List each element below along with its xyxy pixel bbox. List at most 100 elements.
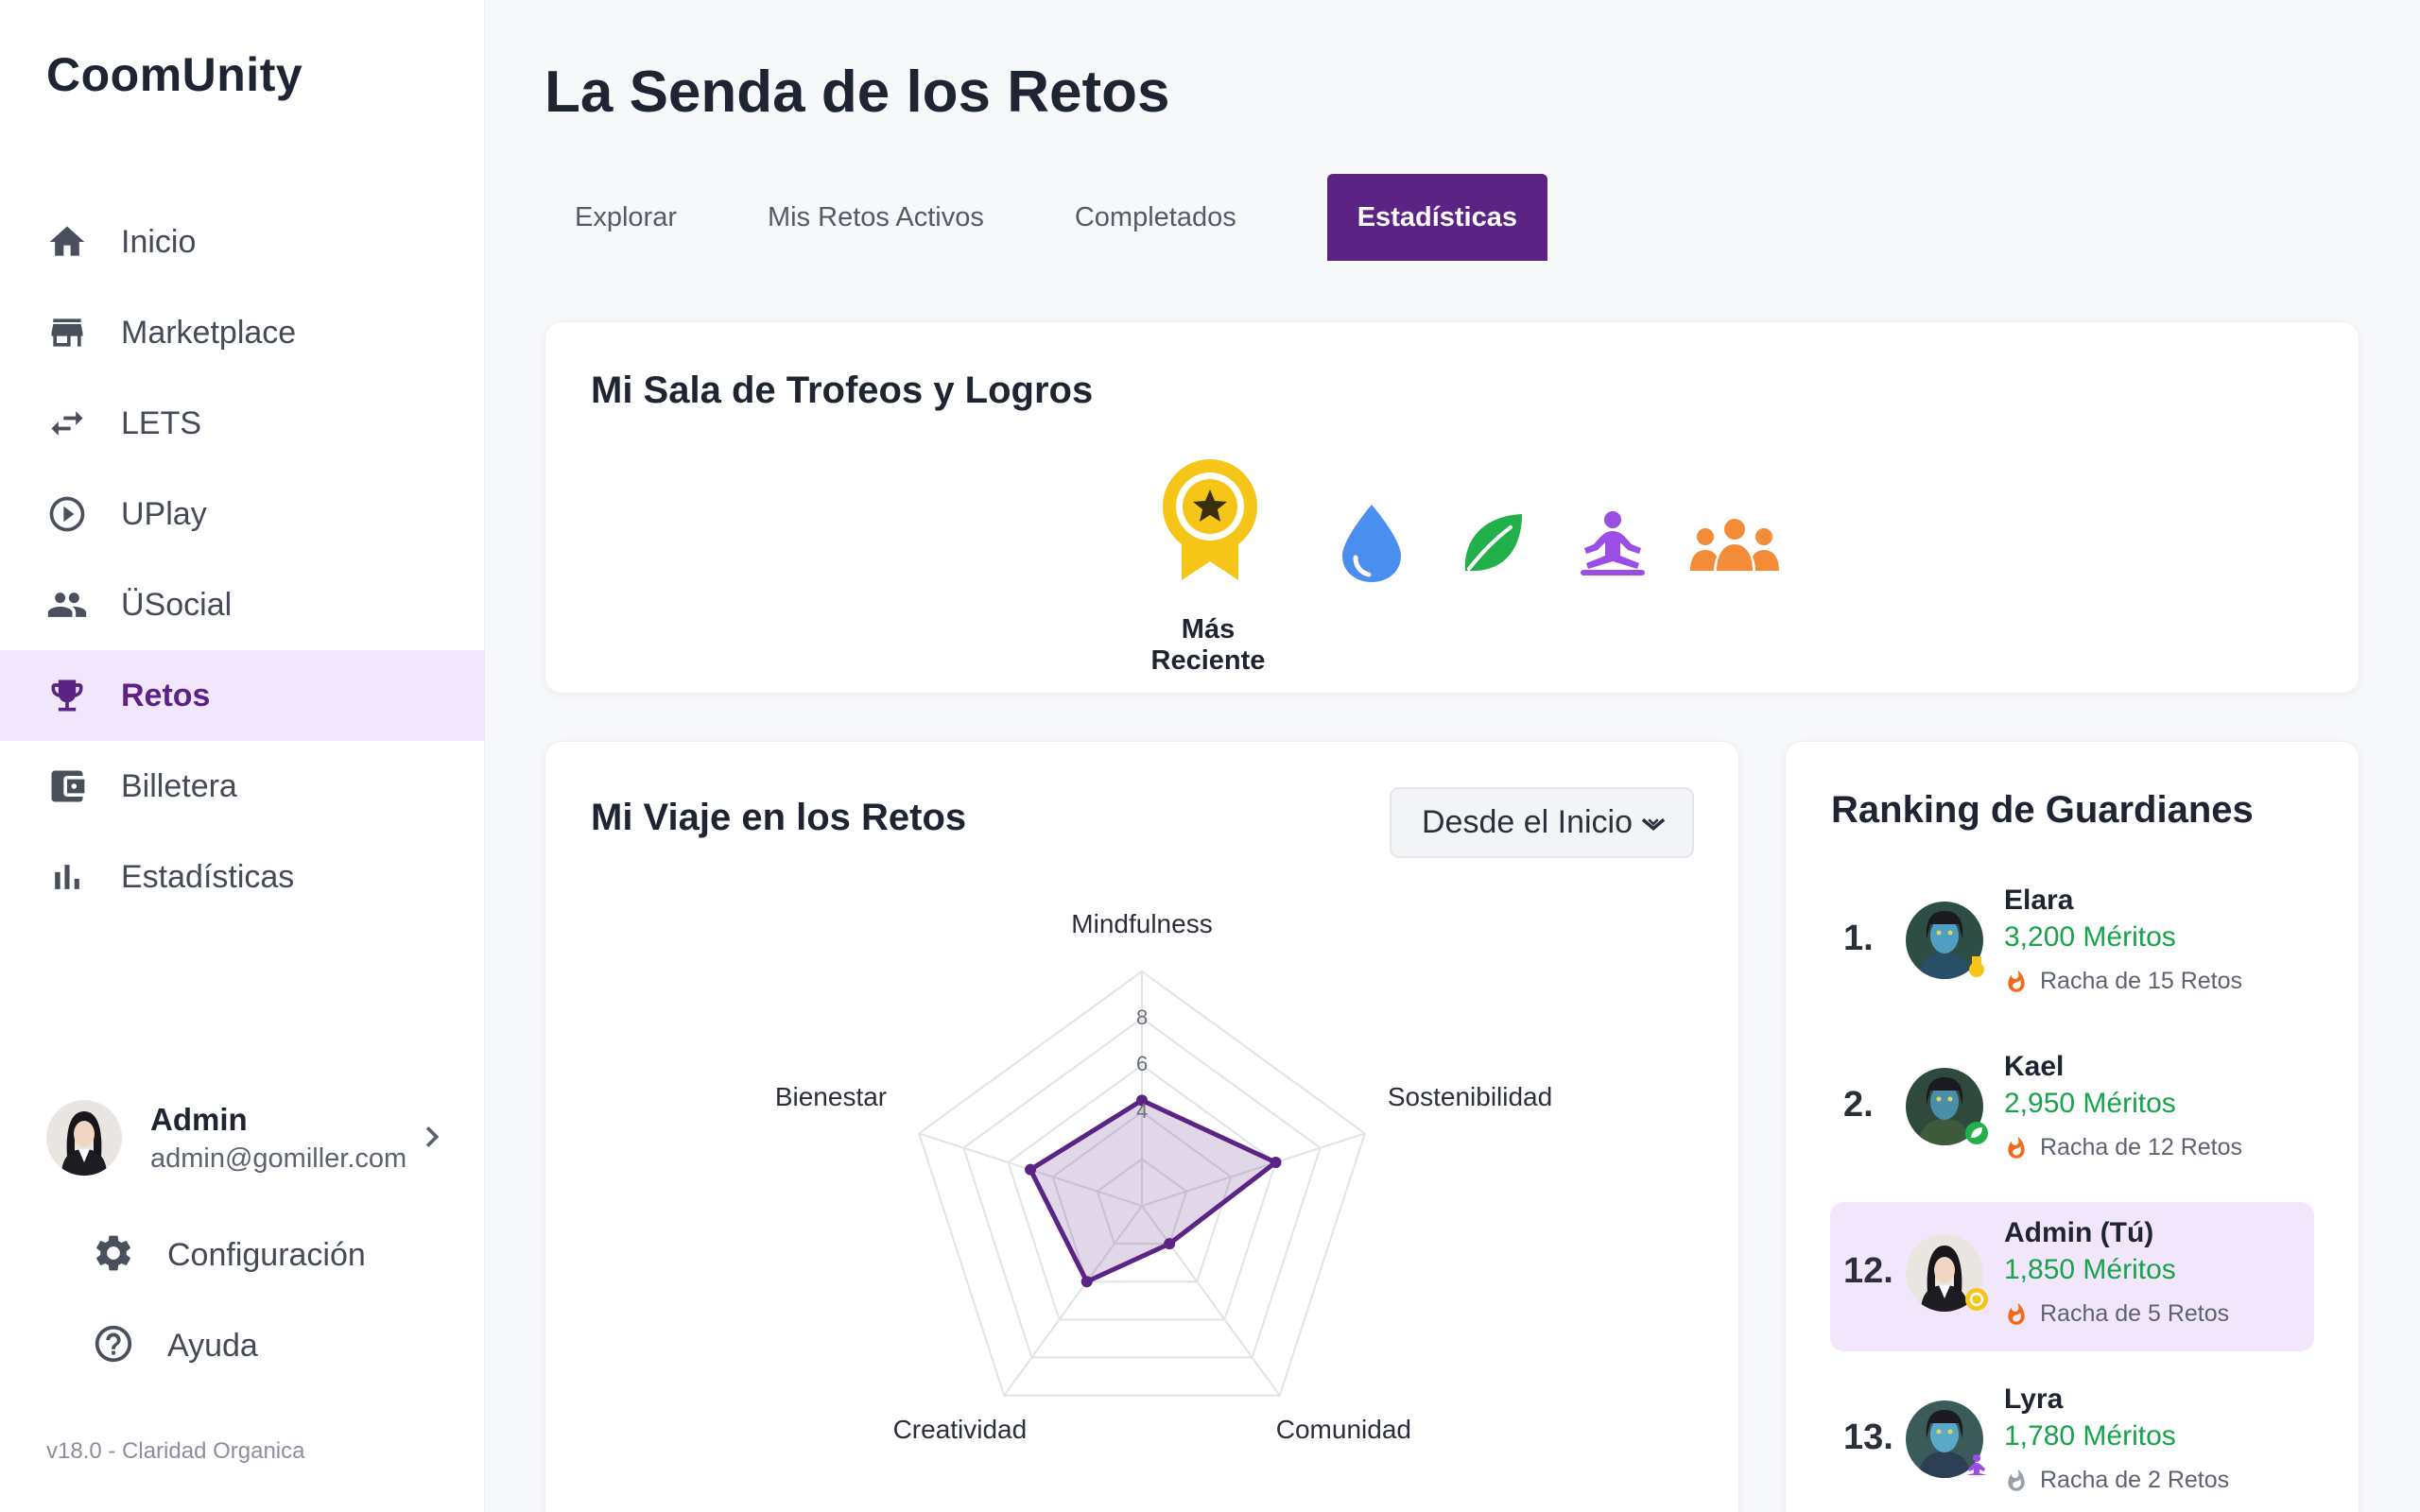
tab-explorar[interactable]: Explorar	[544, 174, 707, 261]
profile-info: Admin admin@gomiller.com	[150, 1102, 406, 1175]
ranking-name: Kael	[2004, 1051, 2065, 1082]
sidebar-item-label: Inicio	[121, 223, 197, 260]
radar-axis-label-mindfulness: Mindfulness	[1071, 909, 1213, 938]
sidebar-item-retos[interactable]: Retos	[0, 650, 485, 741]
sidebar-item-label: Retos	[121, 677, 211, 713]
rank-position: 2.	[1843, 1085, 1874, 1125]
sidebar-item-inicio[interactable]: Inicio	[0, 197, 485, 287]
fire-outline-icon	[2008, 1469, 2025, 1491]
sidebar-item-uplay[interactable]: UPlay	[0, 469, 485, 559]
ranking-streak: Racha de 5 Retos	[2004, 1300, 2229, 1328]
rank-position: 12.	[1843, 1251, 1893, 1291]
ranking-merits: 1,850 Méritos	[2004, 1254, 2176, 1285]
sidebar-item-marketplace[interactable]: Marketplace	[0, 287, 485, 378]
sidebar-item-label: LETS	[121, 404, 202, 441]
leaf-badge-icon	[1965, 1122, 1988, 1144]
group-icon[interactable]	[1688, 518, 1781, 571]
app-version: v18.0 - Claridad Organica	[46, 1438, 305, 1464]
radar-tick-label: 8	[1136, 1005, 1149, 1029]
sun-badge-icon	[1965, 1288, 1988, 1311]
water-drop-icon[interactable]	[1337, 503, 1407, 584]
most-recent-label: Más Reciente	[1150, 614, 1266, 676]
radar-axis-label-comunidad: Comunidad	[1275, 1414, 1411, 1444]
ranking-name: Elara	[2004, 885, 2074, 916]
user-profile[interactable]: Admin admin@gomiller.com	[46, 1099, 453, 1177]
radar-point-creatividad[interactable]	[1080, 1276, 1093, 1288]
people-icon	[46, 584, 88, 626]
ranking-streak: Racha de 12 Retos	[2004, 1134, 2242, 1161]
radar-point-sostenibilidad[interactable]	[1270, 1157, 1282, 1169]
sidebar-item-estadisticas[interactable]: Estadísticas	[0, 832, 485, 922]
fire-icon	[2008, 1136, 2025, 1159]
sidebar-item-label: Estadísticas	[121, 858, 295, 895]
ranking-row-current-user[interactable]: 12. Admin (Tú) 1,850 Méritos Racha de 5 …	[1830, 1202, 2314, 1351]
trophy-room-card: Mi Sala de Trofeos y Logros	[544, 321, 2360, 694]
ranking-name: Lyra	[2004, 1383, 2064, 1415]
help-label: Ayuda	[167, 1327, 258, 1364]
settings-label: Configuración	[167, 1236, 366, 1273]
ranking-streak: Racha de 2 Retos	[2004, 1467, 2229, 1494]
ranking-row[interactable]: 13. Lyra 1,780 Méritos Racha de 2 Retos	[1830, 1368, 2314, 1512]
sidebar-item-label: ÜSocial	[121, 586, 233, 623]
rank-position: 1.	[1843, 919, 1874, 958]
profile-name: Admin	[150, 1101, 248, 1137]
ranking-merits: 2,950 Méritos	[2004, 1088, 2176, 1119]
settings-link[interactable]: Configuración	[92, 1227, 366, 1283]
rank-medal-icon	[1969, 956, 1984, 977]
radar-point-comunidad[interactable]	[1164, 1238, 1176, 1250]
meditation-icon[interactable]	[1577, 510, 1649, 576]
radar-point-bienestar[interactable]	[1025, 1163, 1037, 1176]
radar-series-area	[1028, 1097, 1279, 1284]
ranking-streak-text: Racha de 12 Retos	[2040, 1134, 2243, 1160]
bar-chart-icon	[46, 856, 88, 898]
ranking-streak-text: Racha de 15 Retos	[2040, 968, 2243, 994]
sidebar: CoomUnity Inicio Marketplace LETS UPlay …	[0, 0, 485, 1512]
tab-completados[interactable]: Completados	[1045, 174, 1267, 261]
gear-icon	[92, 1231, 135, 1280]
swap-arrows-icon	[46, 403, 88, 444]
meditation-badge-icon	[1966, 1454, 1987, 1475]
profile-email: admin@gomiller.com	[150, 1143, 407, 1174]
fire-icon	[2008, 970, 2025, 992]
ranking-streak: Racha de 15 Retos	[2004, 968, 2242, 995]
radar-axis-label-sostenibilidad: Sostenibilidad	[1387, 1082, 1553, 1112]
radar-tick-label: 6	[1136, 1052, 1149, 1076]
trophy-icon	[46, 675, 88, 716]
tab-mis-retos-activos[interactable]: Mis Retos Activos	[737, 174, 1014, 261]
ranking-streak-text: Racha de 5 Retos	[2040, 1300, 2230, 1327]
fire-icon	[2008, 1302, 2025, 1325]
ranking-row[interactable]: 1. Elara 3,200 Méritos Racha de 15 Retos	[1830, 869, 2314, 1019]
wallet-icon	[46, 765, 88, 807]
ranking-merits: 3,200 Méritos	[2004, 921, 2176, 953]
ranking-streak-text: Racha de 2 Retos	[2040, 1467, 2230, 1493]
tab-bar: Explorar Mis Retos Activos Completados E…	[544, 174, 1578, 261]
trophy-room-title: Mi Sala de Trofeos y Logros	[591, 369, 1094, 411]
sidebar-item-usocial[interactable]: ÜSocial	[0, 559, 485, 650]
help-link[interactable]: Ayuda	[92, 1317, 258, 1374]
ranking-name: Admin (Tú)	[2004, 1217, 2154, 1248]
ranking-merits: 1,780 Méritos	[2004, 1420, 2176, 1452]
play-circle-icon	[46, 493, 88, 535]
radar-chart	[917, 970, 1367, 1397]
rank-position: 13.	[1843, 1418, 1893, 1457]
ranking-title: Ranking de Guardianes	[1831, 789, 2254, 831]
ranking-row[interactable]: 2. Kael 2,950 Méritos Racha de 12 Retos	[1830, 1036, 2314, 1185]
help-circle-icon	[92, 1322, 135, 1370]
main-nav: Inicio Marketplace LETS UPlay ÜSocial Re…	[0, 197, 485, 922]
page-title: La Senda de los Retos	[544, 60, 1170, 125]
avatar	[46, 1100, 122, 1176]
sidebar-item-billetera[interactable]: Billetera	[0, 741, 485, 832]
radar-axis-label-creatividad: Creatividad	[892, 1414, 1028, 1444]
sidebar-item-lets[interactable]: LETS	[0, 378, 485, 469]
brand-logo[interactable]: CoomUnity	[46, 47, 302, 102]
medal-star-icon[interactable]	[1161, 457, 1259, 584]
sidebar-item-label: Marketplace	[121, 314, 297, 351]
home-icon	[46, 221, 88, 263]
leaf-icon[interactable]	[1460, 510, 1526, 576]
radar-tick-label: 4	[1136, 1098, 1149, 1123]
radar-axis-label-bienestar: Bienestar	[774, 1082, 888, 1112]
tab-estadisticas[interactable]: Estadísticas	[1326, 174, 1547, 261]
store-icon	[46, 312, 88, 353]
sidebar-item-label: UPlay	[121, 495, 207, 532]
chevron-right-icon	[411, 1116, 453, 1158]
